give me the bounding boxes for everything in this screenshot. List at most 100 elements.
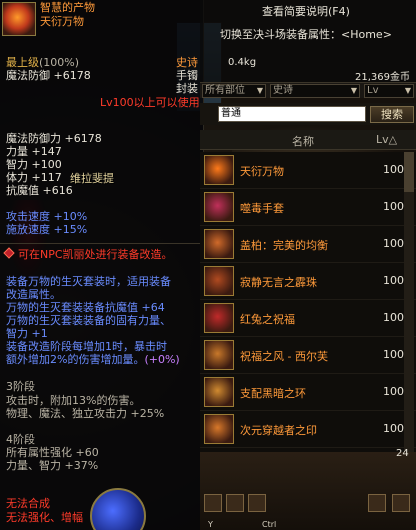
item-level: 100 bbox=[383, 200, 404, 213]
attack-speed: 攻击速度 +10% bbox=[6, 210, 88, 223]
item-name: 噬毒手套 bbox=[240, 202, 284, 215]
item-icon bbox=[2, 2, 36, 36]
skill-slot[interactable] bbox=[204, 494, 222, 512]
item-level: 100 bbox=[383, 385, 404, 398]
skill-slot[interactable] bbox=[392, 494, 410, 512]
stage3-line: 攻击时，附加13%的伤害。 bbox=[6, 394, 141, 407]
search-button[interactable]: 搜索 bbox=[370, 106, 414, 123]
list-scrollbar[interactable] bbox=[404, 152, 414, 452]
desc-line: 装备万物的生灭套装时，适用装备 bbox=[6, 275, 171, 288]
level-filter-select[interactable]: Lv ▼ bbox=[364, 84, 414, 98]
item-name: 祝福之风 - 西尔芙 bbox=[240, 350, 328, 363]
desc-line: 改造属性。 bbox=[6, 288, 61, 301]
grade-label: 最上级(100%) bbox=[6, 56, 80, 69]
search-row: 普通 搜索 bbox=[200, 103, 416, 125]
list-item[interactable]: 次元穿越者之印 100 bbox=[200, 411, 416, 448]
item-list: 天衍万物 100 噬毒手套 100 盖柏：完美的均衡 100 寂静无言之霹珠 1… bbox=[200, 152, 416, 452]
type-sealed: 封装 bbox=[176, 82, 198, 95]
gold-value: 21,369金币 bbox=[355, 72, 410, 83]
item-icon bbox=[204, 229, 234, 259]
type-epic: 史诗 bbox=[176, 56, 198, 69]
item-icon bbox=[204, 303, 234, 333]
list-header: 名称 Lv△ bbox=[200, 130, 416, 150]
sort-icon: △ bbox=[388, 133, 398, 146]
stage4-line: 力量、智力 +37% bbox=[6, 459, 99, 472]
weight-value: 0.4kg bbox=[228, 57, 257, 68]
item-icon bbox=[204, 377, 234, 407]
desc-line: 智力 +1 bbox=[6, 327, 48, 340]
hotkey-label: Ctrl bbox=[262, 520, 277, 529]
help-button[interactable]: 查看简要说明(F4) bbox=[262, 3, 412, 19]
item-icon bbox=[204, 192, 234, 222]
divider bbox=[0, 243, 200, 244]
item-level: 100 bbox=[383, 274, 404, 287]
npc-name-label[interactable]: 维拉斐提 bbox=[70, 170, 114, 186]
equipment-window: 查看简要说明(F4) 切换至决斗场装备属性：<Home> 0.4kg 21,36… bbox=[200, 0, 416, 530]
stat-line: 体力 +117 bbox=[6, 171, 62, 184]
item-level: 100 bbox=[383, 311, 404, 324]
skill-slot[interactable] bbox=[226, 494, 244, 512]
stage3-title: 3阶段 bbox=[6, 380, 35, 393]
type-slot: 手镯 bbox=[176, 69, 198, 82]
desc-line: 额外增加2%的伤害增加量。(+0%) bbox=[6, 353, 180, 366]
chevron-down-icon: ▼ bbox=[350, 86, 357, 95]
stage4-line: 所有属性强化 +60 bbox=[6, 446, 99, 459]
list-item[interactable]: 寂静无言之霹珠 100 bbox=[200, 263, 416, 300]
part-filter-select[interactable]: 所有部位 ▼ bbox=[202, 84, 266, 98]
item-name: 天衍万物 bbox=[40, 15, 84, 28]
item-icon bbox=[204, 155, 234, 185]
skill-slot[interactable] bbox=[248, 494, 266, 512]
item-level: 100 bbox=[383, 348, 404, 361]
skill-slot[interactable] bbox=[368, 494, 386, 512]
footer-line: 无法强化、增幅 bbox=[6, 511, 83, 524]
count-badge: 24 bbox=[396, 448, 409, 459]
stage3-line: 物理、魔法、独立攻击力 +25% bbox=[6, 407, 165, 420]
item-icon bbox=[204, 414, 234, 444]
desc-line: 装备改造阶段每增加1时，暴击时 bbox=[6, 340, 167, 353]
upgrade-icon bbox=[3, 247, 15, 259]
item-name: 天衍万物 bbox=[240, 165, 284, 178]
hotkey-label: Y bbox=[208, 520, 213, 529]
list-item[interactable]: 天衍万物 100 bbox=[200, 152, 416, 189]
column-name-header[interactable]: 名称 bbox=[292, 133, 314, 149]
stat-line: 力量 +147 bbox=[6, 145, 62, 158]
item-level: 100 bbox=[383, 163, 404, 176]
stage4-title: 4阶段 bbox=[6, 433, 35, 446]
item-name: 寂静无言之霹珠 bbox=[240, 276, 317, 289]
search-input[interactable]: 普通 bbox=[218, 106, 366, 122]
column-level-header[interactable]: Lv△ bbox=[376, 133, 397, 146]
item-icon bbox=[204, 266, 234, 296]
footer-line: 无法合成 bbox=[6, 497, 50, 510]
chevron-down-icon: ▼ bbox=[256, 86, 263, 95]
arena-switch-button[interactable]: 切换至决斗场装备属性：<Home> bbox=[220, 26, 414, 44]
scrollbar-thumb[interactable] bbox=[404, 152, 414, 192]
item-name: 盖柏：完美的均衡 bbox=[240, 239, 328, 252]
list-item[interactable]: 红兔之祝福 100 bbox=[200, 300, 416, 337]
item-name: 红兔之祝福 bbox=[240, 313, 295, 326]
list-item[interactable]: 支配黑暗之环 100 bbox=[200, 374, 416, 411]
stat-line: 魔法防御力 +6178 bbox=[6, 132, 102, 145]
chevron-down-icon: ▼ bbox=[404, 86, 411, 95]
item-tooltip: 智慧的产物 天衍万物 最上级(100%) 魔法防御 +6178 史诗 手镯 封装… bbox=[0, 0, 204, 530]
equipment-header-panel: 查看简要说明(F4) 切换至决斗场装备属性：<Home> 0.4kg 21,36… bbox=[200, 0, 416, 92]
level-requirement: Lv100以上可以使用 bbox=[100, 96, 200, 109]
npc-upgrade-note: 可在NPC凯丽处进行装备改造。 bbox=[18, 248, 173, 261]
list-item[interactable]: 祝福之风 - 西尔芙 100 bbox=[200, 337, 416, 374]
rarity-label: 智慧的产物 bbox=[40, 1, 95, 14]
bottom-hud: Y Ctrl bbox=[200, 452, 416, 530]
filter-row: 所有部位 ▼ 史诗 ▼ Lv ▼ bbox=[200, 82, 416, 98]
desc-line: 万物的生灭套装装备抗魔值 +64 bbox=[6, 301, 165, 314]
item-name: 次元穿越者之印 bbox=[240, 424, 317, 437]
stat-line: 抗魔值 +616 bbox=[6, 184, 73, 197]
item-icon bbox=[204, 340, 234, 370]
desc-line: 万物的生灭套装装备的固有力量、 bbox=[6, 314, 171, 327]
stat-line: 智力 +100 bbox=[6, 158, 62, 171]
rarity-filter-select[interactable]: 史诗 ▼ bbox=[270, 84, 360, 98]
item-name: 支配黑暗之环 bbox=[240, 387, 306, 400]
cast-speed: 施放速度 +15% bbox=[6, 223, 88, 236]
magic-defense: 魔法防御 +6178 bbox=[6, 69, 91, 82]
list-item[interactable]: 盖柏：完美的均衡 100 bbox=[200, 226, 416, 263]
list-item[interactable]: 噬毒手套 100 bbox=[200, 189, 416, 226]
item-level: 100 bbox=[383, 237, 404, 250]
item-level: 100 bbox=[383, 422, 404, 435]
